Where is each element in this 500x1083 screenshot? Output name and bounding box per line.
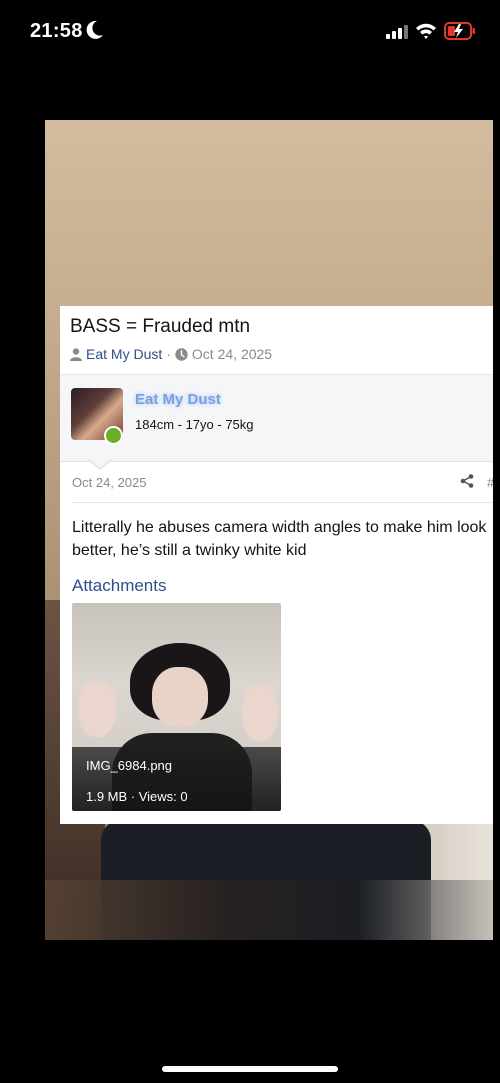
attachment-meta: 1.9 MB · Views: 0 bbox=[86, 789, 188, 804]
home-indicator[interactable] bbox=[162, 1066, 338, 1072]
status-bar: 21:58 bbox=[0, 0, 500, 64]
online-status-indicator bbox=[104, 426, 123, 445]
video-floor bbox=[45, 880, 493, 940]
attachment-filename: IMG_6984.png bbox=[86, 758, 173, 773]
post-author-block: Eat My Dust 184cm - 17yo - 75kg bbox=[60, 374, 493, 462]
battery-charging-icon bbox=[444, 22, 475, 40]
wifi-icon bbox=[416, 23, 436, 39]
attachment-thumbnail[interactable]: IMG_6984.png 1.9 MB · Views: 0 bbox=[72, 603, 281, 811]
attachment-image-hand-left bbox=[78, 681, 116, 737]
post-number-link[interactable]: # bbox=[487, 475, 493, 490]
attachment-image-face bbox=[152, 667, 208, 727]
meta-separator: · bbox=[166, 346, 171, 362]
thread-title: BASS = Frauded mtn bbox=[70, 316, 251, 337]
thread-author-link[interactable]: Eat My Dust bbox=[86, 346, 162, 362]
thread-meta: Eat My Dust · Oct 24, 2025 bbox=[70, 346, 272, 362]
forum-post-card: BASS = Frauded mtn Eat My Dust · Oct 24,… bbox=[60, 306, 493, 824]
share-icon[interactable] bbox=[460, 474, 474, 488]
post-date[interactable]: Oct 24, 2025 bbox=[72, 475, 146, 490]
post-body: Litterally he abuses camera width angles… bbox=[72, 519, 487, 559]
thread-date[interactable]: Oct 24, 2025 bbox=[192, 346, 272, 362]
attachment-image-hand-right bbox=[242, 685, 278, 741]
divider bbox=[72, 502, 493, 503]
moon-icon bbox=[86, 20, 103, 39]
clock-icon bbox=[175, 347, 188, 361]
user-title: 184cm - 17yo - 75kg bbox=[135, 417, 254, 432]
author-arrow-inner bbox=[89, 459, 111, 468]
cellular-signal-icon bbox=[386, 25, 408, 39]
user-icon bbox=[70, 347, 82, 361]
post-username[interactable]: Eat My Dust bbox=[135, 391, 221, 408]
status-time: 21:58 bbox=[30, 20, 83, 42]
attachments-heading: Attachments bbox=[72, 576, 167, 595]
